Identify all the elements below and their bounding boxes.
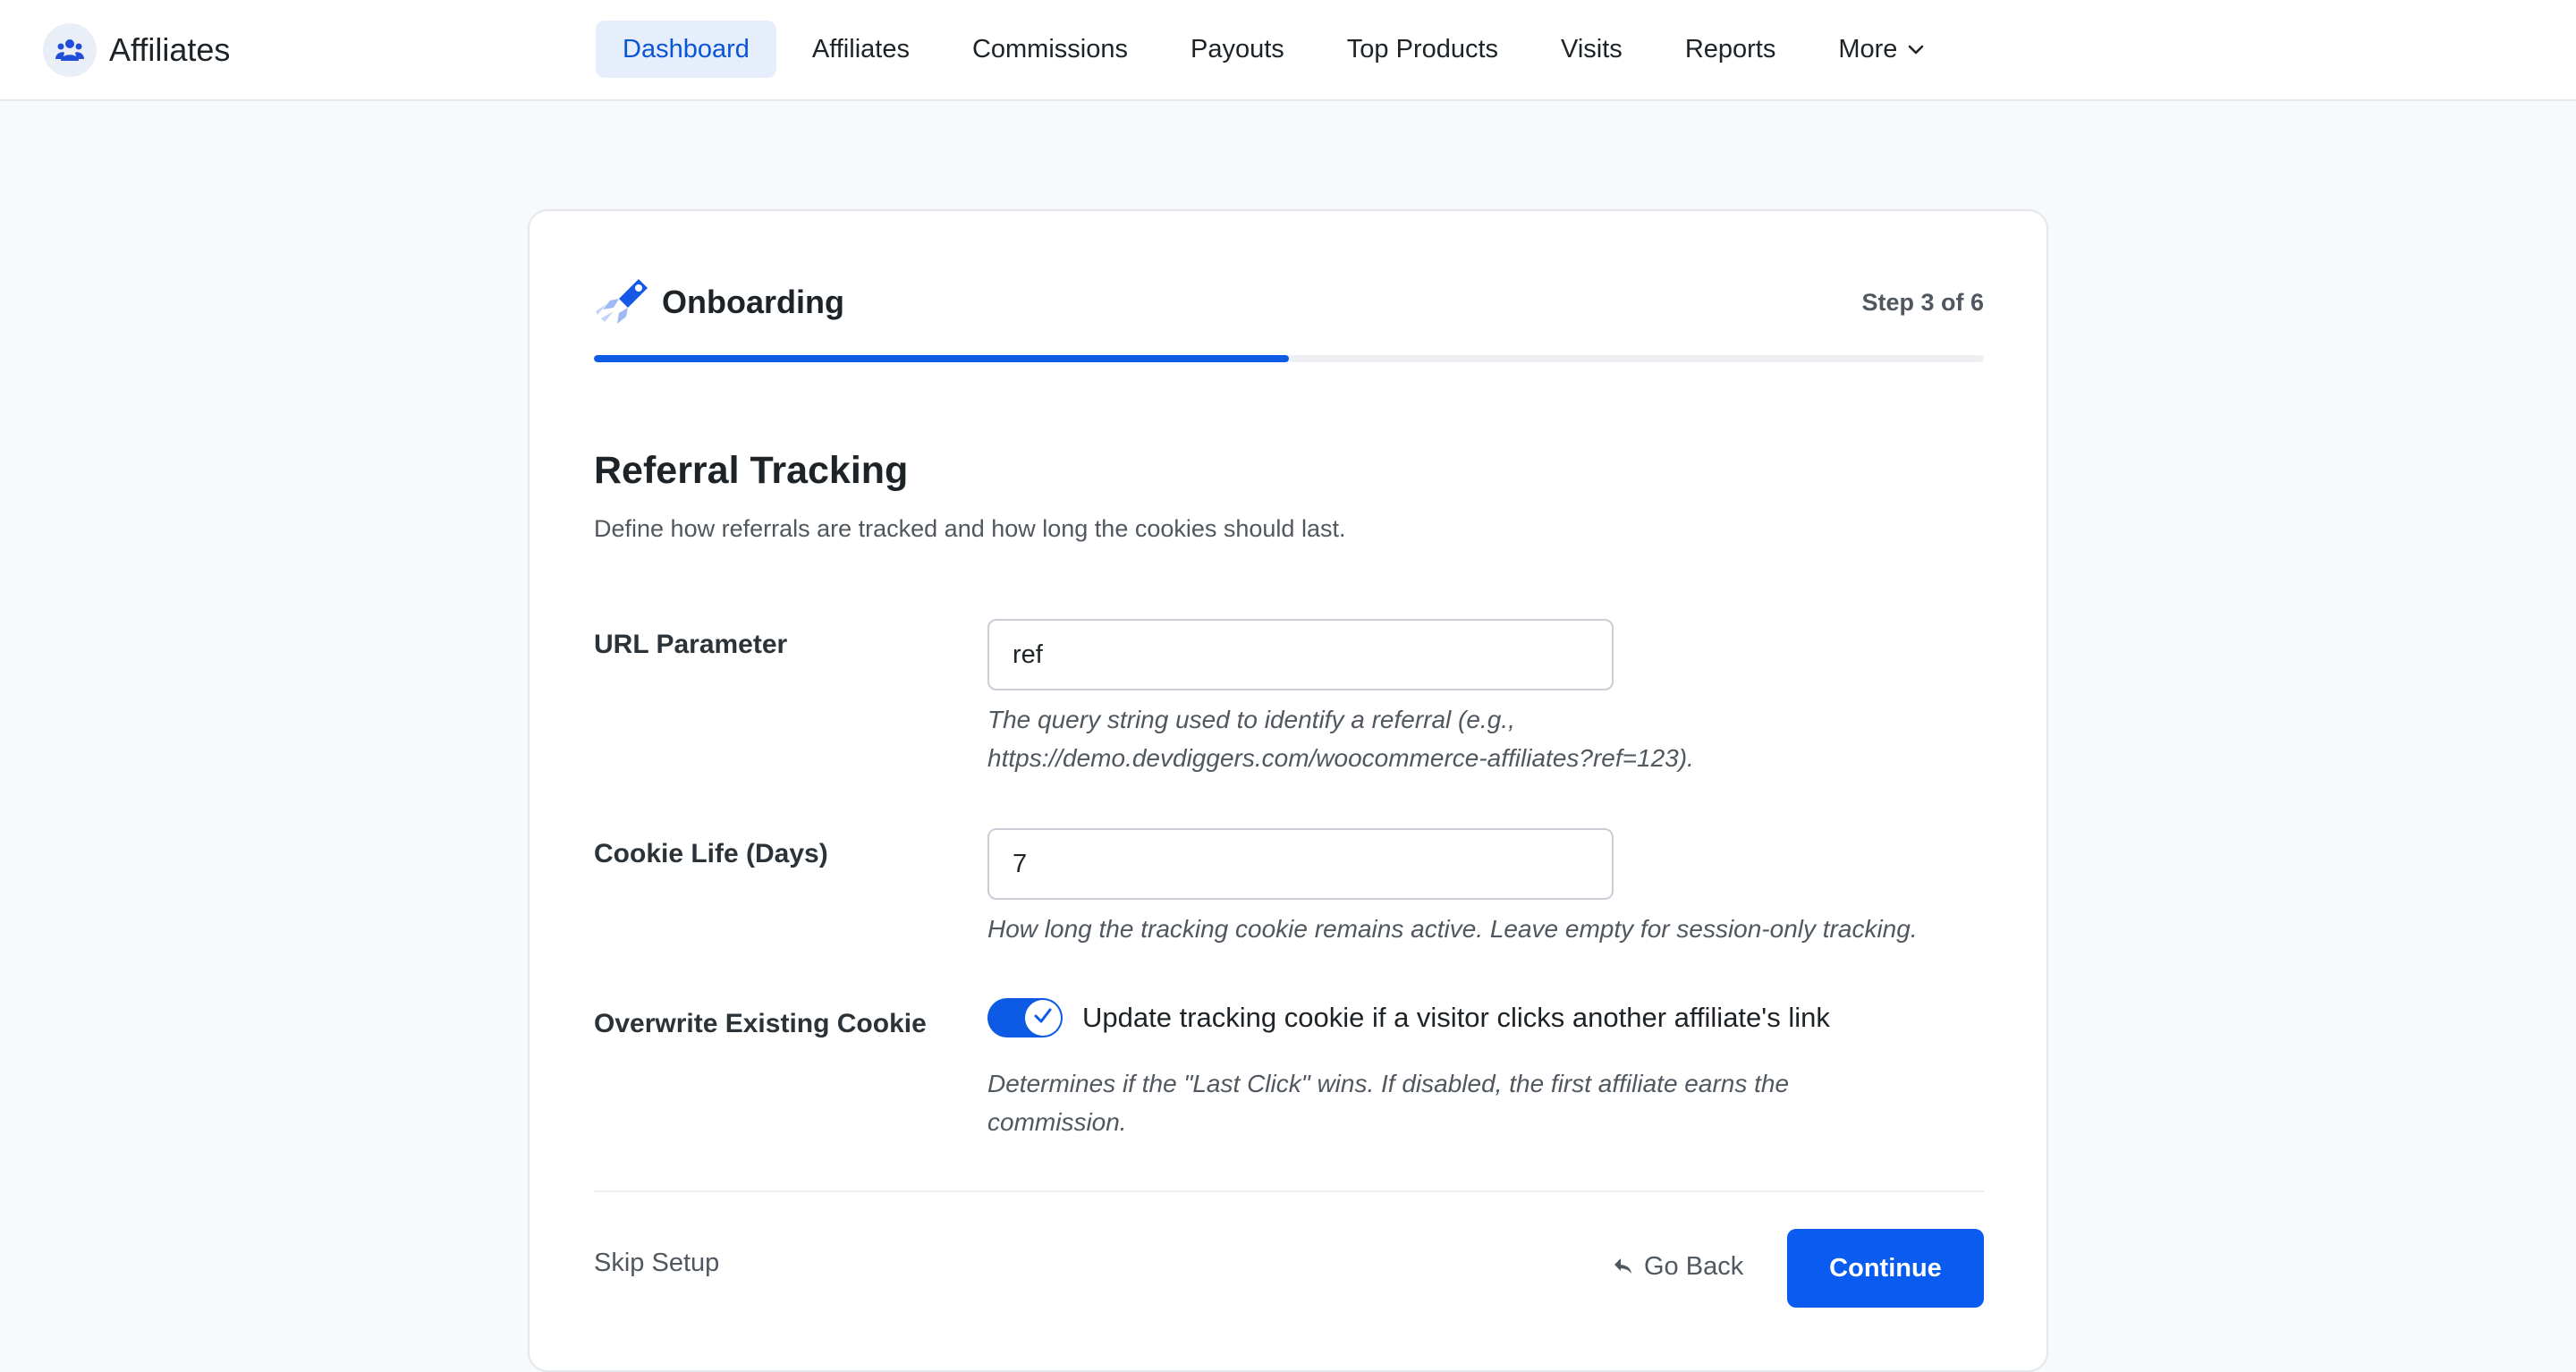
app-name: Affiliates [109,31,231,68]
cookie-life-help: How long the tracking cookie remains act… [987,915,1918,943]
top-navigation-bar: Affiliates Dashboard Affiliates Commissi… [0,0,2576,101]
rocket-icon [594,275,651,329]
section-subtitle: Define how referrals are tracked and how… [594,515,1346,542]
url-parameter-help: The query string used to identify a refe… [987,700,1980,777]
progress-fill [594,355,1289,362]
nav-item-more[interactable]: More [1811,21,1953,78]
title-wrap: Onboarding [594,275,844,329]
nav-item-commissions[interactable]: Commissions [945,21,1155,78]
chevron-down-icon [1906,39,1926,59]
nav-item-more-label: More [1838,34,1898,64]
users-icon [43,23,97,77]
url-parameter-label: URL Parameter [594,630,788,659]
onboarding-card: Onboarding Step 3 of 6 Referral Tracking… [528,209,2048,1372]
nav-item-dashboard[interactable]: Dashboard [596,21,776,78]
overwrite-cookie-help-line1: Determines if the "Last Click" wins. If … [987,1070,1790,1097]
nav-item-payouts[interactable]: Payouts [1164,21,1311,78]
skip-setup-link[interactable]: Skip Setup [594,1249,719,1278]
nav-item-reports[interactable]: Reports [1658,21,1803,78]
nav-item-top-products[interactable]: Top Products [1320,21,1525,78]
cookie-life-label: Cookie Life (Days) [594,839,828,868]
overwrite-cookie-help-line2: commission. [987,1108,1127,1136]
go-back-label: Go Back [1644,1251,1744,1281]
nav-item-affiliates[interactable]: Affiliates [785,21,936,78]
cookie-life-input[interactable] [987,828,1614,900]
continue-button[interactable]: Continue [1787,1229,1984,1308]
overwrite-cookie-help: Determines if the "Last Click" wins. If … [987,1064,1980,1141]
checkmark-icon [1032,1005,1054,1031]
main-nav: Dashboard Affiliates Commissions Payouts… [596,21,1962,78]
nav-item-visits[interactable]: Visits [1534,21,1649,78]
overwrite-cookie-toggle[interactable] [987,998,1063,1037]
overwrite-cookie-toggle-label[interactable]: Update tracking cookie if a visitor clic… [1082,998,1830,1037]
step-indicator: Step 3 of 6 [1861,288,1984,316]
card-header: Onboarding Step 3 of 6 [594,274,1984,331]
progress-bar [594,355,1984,362]
brand[interactable]: Affiliates [43,23,230,77]
url-parameter-help-line1: The query string used to identify a refe… [987,706,1515,733]
go-back-button[interactable]: Go Back [1612,1231,1743,1302]
footer-divider [594,1190,1984,1192]
section-title: Referral Tracking [594,449,909,492]
toggle-knob [1025,1000,1061,1036]
overwrite-cookie-label: Overwrite Existing Cookie [594,1009,927,1038]
url-parameter-input[interactable] [987,619,1614,690]
back-arrow-icon [1614,1258,1631,1274]
card-title: Onboarding [662,284,844,320]
url-parameter-help-line2: https://demo.devdiggers.com/woocommerce-… [987,744,1694,772]
